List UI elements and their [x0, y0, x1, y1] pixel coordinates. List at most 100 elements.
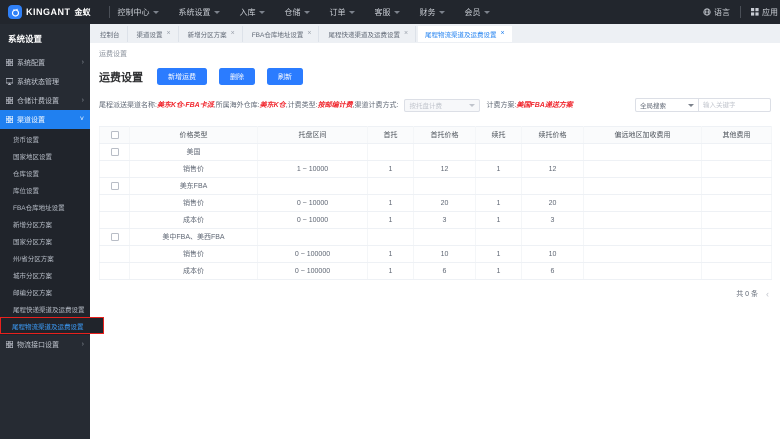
- chevron-right-icon: ›: [81, 97, 84, 104]
- table-row: 销售价 1 ~ 10000 1 12 1 12: [99, 160, 772, 178]
- chevron-down-icon: [303, 10, 310, 14]
- apps-button[interactable]: 应用: [751, 7, 778, 18]
- plan-label: 计费方案:: [486, 102, 517, 109]
- add-freight-button[interactable]: 新增运费: [157, 68, 207, 85]
- warehouse-value: 美东K仓: [259, 102, 286, 109]
- channel-info-row: 尾程派送渠道名称: 美东K仓-FBA卡派 ,所属海外仓库: 美东K仓 ,计费类型…: [90, 98, 780, 112]
- sidebar-item-storage-billing[interactable]: 仓储计费设置 ›: [0, 91, 90, 110]
- close-icon[interactable]: ×: [167, 30, 171, 37]
- table-row: 美国: [99, 143, 772, 161]
- refresh-button[interactable]: 刷新: [267, 68, 303, 85]
- chevron-down-icon: [688, 103, 694, 107]
- billing-method-select[interactable]: 按托盘计费: [404, 98, 481, 112]
- top-navbar: KINGANT 金蚁 控制中心 系统设置 入库 仓储 订单 客服 财务 会员 语…: [0, 0, 780, 24]
- warehouse-label: ,所属海外仓库:: [213, 102, 260, 109]
- header-next-pallet: 续托: [475, 126, 522, 144]
- chevron-down-icon: [258, 10, 265, 14]
- grid-icon: [6, 116, 13, 123]
- table-row: 成本价 0 ~ 100000 1 6 1 6: [99, 262, 772, 280]
- header-first-pallet: 首托: [367, 126, 414, 144]
- open-tabs-bar: 控制台 渠道设置 × 新增分区方案 × FBA仓库地址设置 × 尾程快递渠道及运费设置…: [90, 24, 780, 43]
- logo-text: KINGANT: [26, 7, 71, 17]
- sidebar-subitem-warehouse[interactable]: 仓库设置: [0, 164, 90, 181]
- billing-method-label: ,渠道计费方式:: [352, 102, 399, 109]
- menu-item-finance[interactable]: 财务: [420, 7, 445, 18]
- sidebar-item-system-config[interactable]: 系统配置 ›: [0, 53, 90, 72]
- logo-icon: [8, 5, 22, 19]
- close-icon[interactable]: ×: [231, 30, 235, 37]
- channel-name-label: 尾程派送渠道名称:: [99, 102, 157, 109]
- tab-lastmile-express[interactable]: 尾程快递渠道及运费设置 ×: [321, 25, 417, 42]
- toolbar: 新增运费 删除 刷新: [157, 68, 303, 85]
- navbar-right: 语言 应用: [703, 6, 780, 18]
- close-icon[interactable]: ×: [404, 30, 408, 37]
- row-checkbox[interactable]: [110, 233, 119, 241]
- menu-item-warehouse[interactable]: 仓储: [285, 7, 310, 18]
- sidebar-subitem-location[interactable]: 库位设置: [0, 181, 90, 198]
- menu-item-inbound[interactable]: 入库: [240, 7, 265, 18]
- search-group: 全局搜索: [635, 98, 771, 112]
- header-remote-surcharge: 偏远地区加收费用: [583, 126, 702, 144]
- tab-new-zone-plan[interactable]: 新增分区方案 ×: [181, 25, 243, 42]
- freight-table: 价格类型 托盘区间 首托 首托价格 续托 续托价格 偏远地区加收费用 其他费用 …: [99, 126, 772, 280]
- delete-button[interactable]: 删除: [219, 68, 255, 85]
- row-checkbox[interactable]: [110, 148, 119, 156]
- globe-icon: [703, 8, 711, 16]
- search-input[interactable]: [699, 98, 771, 112]
- sidebar-subitem-state-zone-plan[interactable]: 州/省分区方案: [0, 249, 90, 266]
- tab-console[interactable]: 控制台: [93, 25, 128, 42]
- sidebar-item-system-status[interactable]: 系统状态管理: [0, 72, 90, 91]
- header-next-pallet-price: 续托价格: [521, 126, 584, 144]
- app-logo: KINGANT 金蚁: [0, 5, 101, 19]
- menu-item-service[interactable]: 客服: [375, 7, 400, 18]
- sidebar-subitem-zip-zone-plan[interactable]: 邮编分区方案: [0, 283, 90, 300]
- tab-fba-address[interactable]: FBA仓库地址设置 ×: [245, 25, 320, 42]
- tab-channel-settings[interactable]: 渠道设置 ×: [130, 25, 179, 42]
- chevron-right-icon: ›: [81, 59, 84, 66]
- close-icon[interactable]: ×: [501, 30, 505, 37]
- sidebar-item-logistics-api[interactable]: 物流接口设置 ›: [0, 335, 90, 354]
- pagination: 共 0 条 ‹: [99, 280, 771, 308]
- sidebar: 系统设置 系统配置 › 系统状态管理 仓储计费设置 › 渠道设置 ˅ 货币设置 国家地…: [0, 24, 104, 439]
- grid-icon: [6, 341, 13, 348]
- language-button[interactable]: 语言: [703, 7, 730, 18]
- divider: [740, 6, 741, 18]
- header-other-fee: 其他费用: [701, 126, 772, 144]
- table-row: 销售价 0 ~ 10000 1 20 1 20: [99, 194, 772, 212]
- chevron-down-icon: [469, 103, 476, 107]
- chevron-down-icon: [393, 10, 400, 14]
- sidebar-subitem-lastmile-logistics[interactable]: 尾程物流渠道及运费设置: [0, 317, 104, 334]
- select-all-checkbox[interactable]: [110, 131, 119, 139]
- sidebar-subitem-fba-address[interactable]: FBA仓库地址设置: [0, 198, 90, 215]
- tab-lastmile-logistics[interactable]: 尾程物流渠道及运费设置 ×: [418, 25, 512, 42]
- sidebar-subitem-lastmile-express[interactable]: 尾程快递渠道及运费设置: [0, 300, 90, 317]
- menu-item-member[interactable]: 会员: [465, 7, 490, 18]
- page-title: 运费设置: [99, 71, 143, 84]
- channel-name-value: 美东K仓-FBA卡派: [156, 102, 214, 109]
- monitor-icon: [6, 78, 13, 85]
- main-menu: 控制中心 系统设置 入库 仓储 订单 客服 财务 会员: [118, 7, 490, 18]
- header-pallet-range: 托盘区间: [257, 126, 368, 144]
- sidebar-subitem-city-zone-plan[interactable]: 城市分区方案: [0, 266, 90, 283]
- menu-item-system-settings[interactable]: 系统设置: [179, 7, 220, 18]
- sidebar-subitem-new-zone-plan[interactable]: 新增分区方案: [0, 215, 90, 232]
- pagination-prev-icon[interactable]: ‹: [766, 289, 769, 299]
- total-count: 共 0 条: [736, 291, 758, 298]
- sidebar-subitem-country-region[interactable]: 国家地区设置: [0, 147, 90, 164]
- menu-item-control-center[interactable]: 控制中心: [118, 7, 159, 18]
- chevron-down-icon: [348, 10, 355, 14]
- close-icon[interactable]: ×: [307, 30, 311, 37]
- sidebar-subitem-currency[interactable]: 货币设置: [0, 130, 90, 147]
- apps-grid-icon: [751, 8, 759, 16]
- table-header-row: 价格类型 托盘区间 首托 首托价格 续托 续托价格 偏远地区加收费用 其他费用: [99, 126, 772, 144]
- sidebar-subitem-country-zone-plan[interactable]: 国家分区方案: [0, 232, 90, 249]
- menu-item-orders[interactable]: 订单: [330, 7, 355, 18]
- table-row: 美东FBA: [99, 177, 772, 195]
- search-scope-select[interactable]: 全局搜索: [635, 98, 699, 112]
- sidebar-item-channel-settings[interactable]: 渠道设置 ˅: [0, 110, 90, 129]
- channel-settings-submenu: 货币设置 国家地区设置 仓库设置 库位设置 FBA仓库地址设置 新增分区方案 国…: [0, 129, 104, 335]
- sidebar-title: 系统设置: [8, 34, 43, 44]
- chevron-down-icon: [152, 10, 159, 14]
- row-checkbox[interactable]: [110, 182, 119, 190]
- table-row: 成本价 0 ~ 10000 1 3 1 3: [99, 211, 772, 229]
